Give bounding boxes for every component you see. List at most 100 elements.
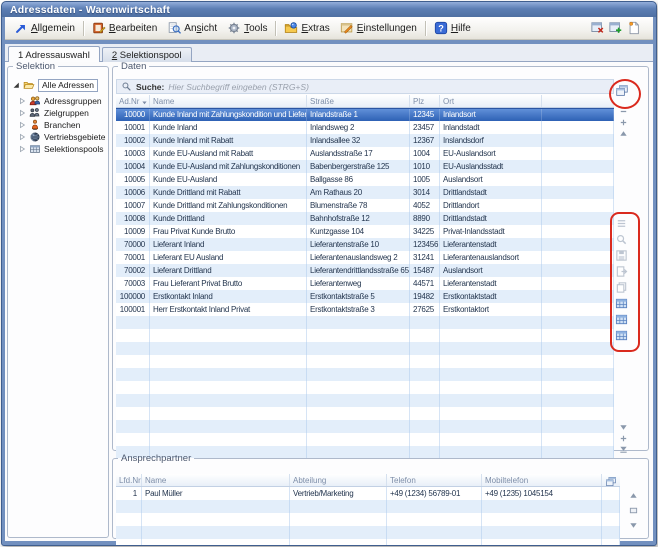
address-row[interactable]: 10003Kunde EU-Ausland mit RabattAuslands… <box>116 147 614 160</box>
search-input[interactable]: Suche: Hier Suchbegriff eingeben (STRG+S… <box>116 79 614 94</box>
cell-name: Kunde Drittland mit Zahlungskonditionen <box>150 199 307 212</box>
contact-header-icon-cell[interactable] <box>602 474 620 486</box>
cell-name <box>150 316 307 329</box>
cell-ort: Auslandsort <box>440 264 542 277</box>
cell-name <box>150 381 307 394</box>
save-button[interactable] <box>615 249 628 262</box>
export-button[interactable] <box>615 265 628 278</box>
menu-item-hilfe[interactable]: ?Hilfe <box>429 19 476 37</box>
plus-button[interactable] <box>619 118 628 127</box>
cell-filler <box>602 513 620 526</box>
column-chooser-button[interactable] <box>615 84 629 97</box>
address-row[interactable]: 10002Kunde Inland mit RabattInlandsallee… <box>116 134 614 147</box>
tree-item-vertriebsgebiete[interactable]: Vertriebsgebiete <box>18 131 105 143</box>
splitter-button[interactable] <box>629 506 638 515</box>
menu-item-bearbeiten[interactable]: Bearbeiten <box>87 19 162 37</box>
selektion-panel-title: Selektion <box>13 62 58 71</box>
column-header-adnr[interactable]: Ad.Nr <box>116 95 150 107</box>
tree-item-branchen[interactable]: Branchen <box>18 119 80 131</box>
plus-button[interactable] <box>619 434 628 443</box>
address-row[interactable]: 70003Frau Lieferant Privat BruttoLiefera… <box>116 277 614 290</box>
window-titlebar[interactable]: Adressdaten - Warenwirtschaft <box>2 2 656 17</box>
contact-column-header-telefon[interactable]: Telefon <box>387 474 482 486</box>
cell-name: Kunde Inland <box>150 121 307 134</box>
cell-strasse: Inlandsallee 32 <box>307 134 410 147</box>
cell-ort <box>440 329 542 342</box>
cell-filler <box>542 277 614 290</box>
address-row[interactable]: 100001Herr Erstkontakt Inland PrivatErst… <box>116 303 614 316</box>
tree-item-adressgruppen[interactable]: Adressgruppen <box>18 95 102 107</box>
cell-name: Kunde EU-Ausland mit Rabatt <box>150 147 307 160</box>
cell-ort <box>440 368 542 381</box>
table-button[interactable] <box>615 313 628 326</box>
cell-name: Paul Müller <box>142 487 290 500</box>
address-row[interactable]: 100000Erstkontakt InlandErstkontaktstraß… <box>116 290 614 303</box>
contact-column-header-lfdnr[interactable]: Lfd.Nr. <box>116 474 142 486</box>
address-row[interactable]: 70002Lieferant DrittlandLieferantendritt… <box>116 264 614 277</box>
cell-adnr <box>116 394 150 407</box>
tree-item-selektionspools[interactable]: Selektionspools <box>18 143 104 155</box>
tab-1[interactable]: 1 Adressauswahl <box>8 46 100 62</box>
scroll-bottom-button[interactable] <box>619 445 628 454</box>
column-header-strasse[interactable]: Straße <box>307 95 410 107</box>
scroll-bottom-icon <box>619 445 628 454</box>
menu-item-ansicht[interactable]: Ansicht <box>162 19 222 37</box>
table-button[interactable] <box>615 329 628 342</box>
contact-column-header-mobiltelefon[interactable]: Mobiltelefon <box>482 474 602 486</box>
empty-row <box>116 394 614 407</box>
table-button[interactable] <box>615 297 628 310</box>
tree-item-alle-adressen[interactable]: Alle Adressen <box>12 79 98 91</box>
contact-column-header-abteilung[interactable]: Abteilung <box>290 474 387 486</box>
address-row[interactable]: 70000Lieferant InlandLieferantenstraße 1… <box>116 238 614 251</box>
tree-collapsed-icon[interactable] <box>18 121 26 129</box>
tree-collapsed-icon[interactable] <box>18 133 26 141</box>
address-row[interactable]: 10004Kunde EU-Ausland mit Zahlungskondit… <box>116 160 614 173</box>
cell-strasse <box>307 407 410 420</box>
column-header-plz[interactable]: Plz <box>410 95 440 107</box>
cell-strasse: Ballgasse 86 <box>307 173 410 186</box>
empty-row <box>116 329 614 342</box>
new-document-button[interactable] <box>627 21 641 35</box>
tree-expanded-icon[interactable] <box>12 81 20 89</box>
scroll-up-button[interactable] <box>629 491 638 500</box>
menu-item-einstellungen[interactable]: Einstellungen <box>335 19 422 37</box>
minus-button[interactable] <box>619 107 628 116</box>
magnifier-button[interactable] <box>615 233 628 246</box>
window-add-button[interactable] <box>609 21 623 35</box>
column-header-ort[interactable]: Ort <box>440 95 542 107</box>
address-row[interactable]: 10009Frau Privat Kunde BruttoKuntzgasse … <box>116 225 614 238</box>
settings-icon <box>340 21 354 35</box>
address-row[interactable]: 10005Kunde EU-AuslandBallgasse 861005Aus… <box>116 173 614 186</box>
cell-name: Lieferant EU Ausland <box>150 251 307 264</box>
scroll-down-button[interactable] <box>619 423 628 432</box>
address-row[interactable]: 10007Kunde Drittland mit Zahlungskonditi… <box>116 199 614 212</box>
cell-filler <box>542 290 614 303</box>
list-button[interactable] <box>615 217 628 230</box>
cell-mobiltelefon <box>482 500 602 513</box>
scroll-down-button[interactable] <box>629 521 638 530</box>
scroll-up-button[interactable] <box>619 129 628 138</box>
menu-item-label: Ansicht <box>184 23 217 34</box>
tree-collapsed-icon[interactable] <box>18 145 26 153</box>
menu-item-allgemein[interactable]: Allgemein <box>9 19 80 37</box>
address-row[interactable]: 10001Kunde InlandInlandsweg 223457Inland… <box>116 121 614 134</box>
column-header-name[interactable]: Name <box>150 95 307 107</box>
address-row[interactable]: 10008Kunde DrittlandBahnhofstraße 128890… <box>116 212 614 225</box>
address-row[interactable]: 10006Kunde Drittland mit RabattAm Rathau… <box>116 186 614 199</box>
tree-collapsed-icon[interactable] <box>18 97 26 105</box>
tab-2[interactable]: 2 Selektionspool <box>102 47 192 62</box>
tree-item-zielgruppen[interactable]: Zielgruppen <box>18 107 89 119</box>
cell-filler <box>542 212 614 225</box>
tree-collapsed-icon[interactable] <box>18 109 26 117</box>
cell-ort: Inlandstadt <box>440 121 542 134</box>
copy-button[interactable] <box>615 281 628 294</box>
menu-item-extras[interactable]: Extras <box>279 19 334 37</box>
address-row[interactable]: 10000Kunde Inland mit Zahlungskondition … <box>116 108 614 121</box>
menu-separator <box>425 21 426 36</box>
contact-column-header-name[interactable]: Name <box>142 474 290 486</box>
menu-item-tools[interactable]: Tools <box>222 19 272 37</box>
contact-row[interactable]: 1Paul MüllerVertrieb/Marketing+49 (1234)… <box>116 487 620 500</box>
window-remove-button[interactable] <box>591 21 605 35</box>
sort-desc-icon <box>141 98 148 105</box>
address-row[interactable]: 70001Lieferant EU AuslandLieferantenausl… <box>116 251 614 264</box>
